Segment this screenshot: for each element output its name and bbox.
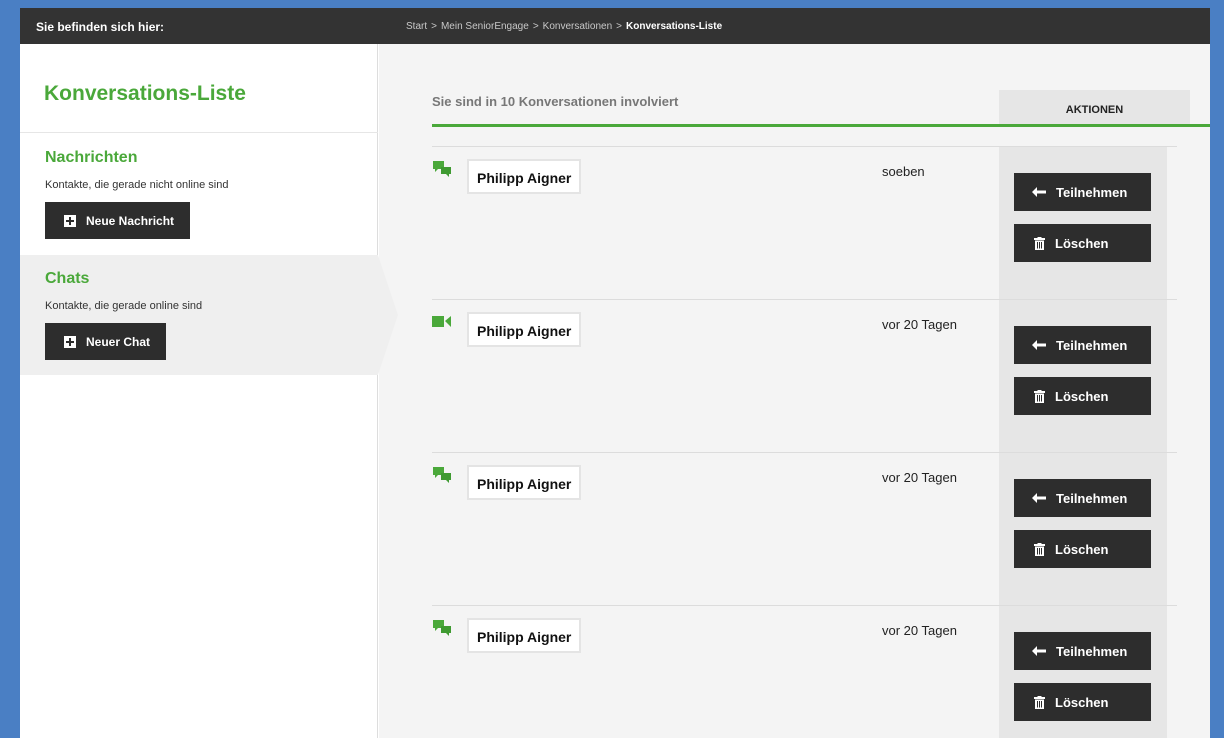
page-title: Konversations-Liste [44, 82, 246, 105]
breadcrumb-mein-seniorengage[interactable]: Mein SeniorEngage [441, 21, 529, 32]
conversation-row: Philipp Aigner vor 20 Tagen Teilnehmen L… [432, 452, 1177, 605]
main-content: Sie sind in 10 Konversationen involviert… [379, 44, 1210, 738]
teilnehmen-label: Teilnehmen [1056, 643, 1128, 659]
plus-icon [64, 335, 76, 348]
arrow-left-icon [1032, 646, 1046, 656]
teilnehmen-label: Teilnehmen [1056, 490, 1128, 506]
breadcrumb-start[interactable]: Start [406, 21, 427, 32]
sidebar: Konversations-Liste Nachrichten Kontakte… [20, 44, 378, 738]
neue-nachricht-button[interactable]: Neue Nachricht [45, 202, 191, 239]
teilnehmen-label: Teilnehmen [1056, 337, 1128, 353]
arrow-left-icon [1032, 493, 1046, 503]
loeschen-label: Löschen [1055, 694, 1109, 710]
top-bar: Sie befinden sich hier: Start > Mein Senio… [20, 8, 1210, 44]
breadcrumb-konversationen[interactable]: Konversationen [543, 21, 613, 32]
trash-icon [1034, 695, 1045, 709]
participant-name[interactable]: Philipp Aigner [467, 159, 582, 194]
loeschen-button[interactable]: Löschen [1014, 530, 1151, 568]
conversation-type-icon [432, 466, 452, 484]
arrow-left-icon [1032, 187, 1046, 197]
nachrichten-description: Kontakte, die gerade nicht online sind [45, 179, 229, 191]
active-section-arrow [378, 255, 398, 375]
chat-icon [433, 620, 451, 636]
chats-heading: Chats [45, 270, 90, 287]
conversation-type-icon [432, 619, 452, 637]
trash-icon [1034, 236, 1045, 250]
participant-name[interactable]: Philipp Aigner [467, 465, 582, 500]
breadcrumb-separator: > [532, 21, 539, 32]
conversation-time: vor 20 Tagen [882, 317, 957, 332]
conversation-time: vor 20 Tagen [882, 623, 957, 638]
loeschen-button[interactable]: Löschen [1014, 683, 1151, 721]
chats-description: Kontakte, die gerade online sind [45, 300, 203, 312]
conversation-summary: Sie sind in 10 Konversationen involviert [432, 94, 679, 109]
chats-panel[interactable]: Chats Kontakte, die gerade online sind N… [20, 255, 378, 375]
teilnehmen-button[interactable]: Teilnehmen [1014, 479, 1151, 517]
trash-icon [1034, 389, 1045, 403]
location-label: Sie befinden sich hier: [36, 20, 165, 34]
participant-name[interactable]: Philipp Aigner [467, 312, 582, 347]
nachrichten-heading: Nachrichten [45, 149, 138, 166]
teilnehmen-button[interactable]: Teilnehmen [1014, 632, 1151, 670]
video-icon [432, 316, 451, 327]
teilnehmen-button[interactable]: Teilnehmen [1014, 326, 1151, 364]
trash-icon [1034, 542, 1045, 556]
chat-icon [433, 161, 451, 177]
actions-header: AKTIONEN [999, 90, 1190, 124]
breadcrumb-current: Konversations-Liste [626, 21, 723, 32]
neue-nachricht-label: Neue Nachricht [86, 213, 175, 228]
breadcrumb: Start > Mein SeniorEngage > Konversationen > K… [406, 21, 722, 32]
plus-icon [64, 214, 76, 227]
conversation-type-icon [432, 160, 452, 178]
loeschen-label: Löschen [1055, 235, 1109, 251]
loeschen-button[interactable]: Löschen [1014, 377, 1151, 415]
arrow-left-icon [1032, 340, 1046, 350]
conversation-row: Philipp Aigner vor 20 Tagen Teilnehmen L… [432, 605, 1177, 738]
loeschen-label: Löschen [1055, 388, 1109, 404]
participant-name[interactable]: Philipp Aigner [467, 618, 582, 653]
teilnehmen-label: Teilnehmen [1056, 184, 1128, 200]
chat-icon [433, 467, 451, 483]
loeschen-label: Löschen [1055, 541, 1109, 557]
neuer-chat-label: Neuer Chat [86, 334, 151, 349]
header-underline [432, 124, 1210, 127]
teilnehmen-button[interactable]: Teilnehmen [1014, 173, 1151, 211]
app-frame: Sie befinden sich hier: Start > Mein Senio… [20, 8, 1210, 738]
neuer-chat-button[interactable]: Neuer Chat [45, 323, 167, 360]
loeschen-button[interactable]: Löschen [1014, 224, 1151, 262]
conversation-time: soeben [882, 164, 925, 179]
conversation-time: vor 20 Tagen [882, 470, 957, 485]
conversation-type-icon [432, 313, 452, 331]
breadcrumb-separator: > [616, 21, 622, 32]
sidebar-divider [20, 132, 378, 133]
conversation-row: Philipp Aigner soeben Teilnehmen Löschen [432, 146, 1177, 299]
breadcrumb-separator: > [431, 21, 437, 32]
conversation-row: Philipp Aigner vor 20 Tagen Teilnehmen L… [432, 299, 1177, 452]
